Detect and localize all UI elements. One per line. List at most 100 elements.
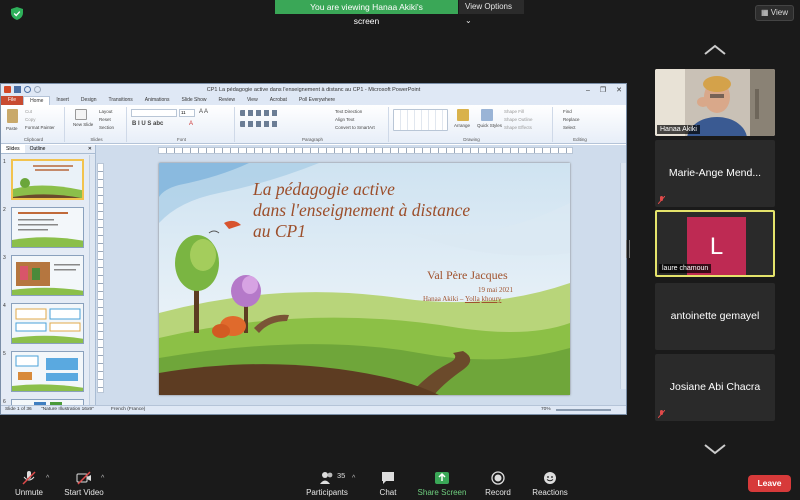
share-screen-label: Share Screen <box>417 488 467 497</box>
leave-button[interactable]: Leave <box>748 475 791 492</box>
participants-options-caret-icon[interactable]: ^ <box>352 475 355 482</box>
new-slide-icon[interactable] <box>75 109 87 120</box>
slide-thumbnail-2[interactable] <box>11 207 84 248</box>
share-screen-icon <box>435 472 449 484</box>
start-video-button[interactable]: Start Video <box>62 471 106 497</box>
shape-outline-button[interactable]: Shape Outline <box>504 117 533 122</box>
tab-animations[interactable]: Animations <box>139 96 176 105</box>
audio-options-caret-icon[interactable]: ^ <box>46 475 49 482</box>
tab-design[interactable]: Design <box>75 96 103 105</box>
chat-button[interactable]: Chat <box>375 471 401 497</box>
view-options-dropdown[interactable]: View Options ⌄ <box>458 0 524 25</box>
thumbnail-scrollbar[interactable] <box>89 155 95 405</box>
record-button[interactable]: Record <box>484 471 512 497</box>
select-button[interactable]: Select <box>563 125 576 130</box>
new-slide-label: New Slide <box>73 122 94 127</box>
editing-group-label: Editing <box>573 137 587 142</box>
participant-tile-active-speaker[interactable]: L laure chamoun <box>655 210 775 277</box>
slide-thumbnail-4[interactable] <box>11 303 84 344</box>
thumb-number: 5 <box>3 351 6 357</box>
layout-button[interactable]: Layout <box>99 109 113 114</box>
slide-count: Slide 1 of 36 <box>5 407 32 412</box>
align-text-button[interactable]: Align Text <box>335 117 354 122</box>
participant-name: antoinette gemayel <box>670 310 760 322</box>
slide-thumbnail-1[interactable] <box>11 159 84 200</box>
minimize-icon[interactable]: – <box>586 85 590 97</box>
chevron-up-icon[interactable] <box>703 44 727 56</box>
tab-home[interactable]: Home <box>23 96 51 105</box>
participants-label: Participants <box>306 488 348 497</box>
participant-tile[interactable]: Marie-Ange Mend... <box>655 140 775 207</box>
editing-group: Find Replace Select Editing <box>555 107 605 142</box>
slide-thumbnail-3[interactable] <box>11 255 84 296</box>
paste-icon[interactable] <box>7 109 18 123</box>
theme-name: "Nature Illustration 16x9" <box>41 407 94 412</box>
shape-fill-button[interactable]: Shape Fill <box>504 109 524 114</box>
slide-4-preview <box>12 304 83 343</box>
unmute-button[interactable]: Unmute <box>14 471 44 497</box>
reset-button[interactable]: Reset <box>99 117 111 122</box>
tab-file[interactable]: File <box>1 96 24 105</box>
font-size-field[interactable]: 11 <box>179 109 195 117</box>
slide-names-prefix: Hanaa Akiki – <box>423 295 465 303</box>
bold-italic-underline-icons[interactable]: B I U S abc <box>132 121 163 127</box>
tab-poll-everywhere[interactable]: Poll Everywhere <box>293 96 341 105</box>
chevron-down-icon[interactable] <box>703 443 727 455</box>
video-off-icon <box>76 471 91 485</box>
tab-acrobat[interactable]: Acrobat <box>264 96 293 105</box>
list-icons[interactable] <box>240 110 280 116</box>
window-controls: – ❐ ✕ <box>586 85 622 97</box>
convert-smartart-button[interactable]: Convert to SmartArt <box>335 125 375 130</box>
chevron-down-icon: ⌄ <box>465 16 472 25</box>
participant-tile[interactable]: antoinette gemayel <box>655 283 775 350</box>
zoom-level: 70% <box>541 407 551 412</box>
language: French (France) <box>111 407 146 412</box>
quick-styles-icon[interactable] <box>481 109 493 121</box>
arrange-icon[interactable] <box>457 109 469 121</box>
participant-name: Hanaa Akiki <box>657 125 700 134</box>
current-slide[interactable]: La pédagogie active dans l'enseignement … <box>159 163 570 395</box>
tab-review[interactable]: Review <box>213 96 241 105</box>
tab-slide-show[interactable]: Slide Show <box>176 96 213 105</box>
tab-insert[interactable]: Insert <box>50 96 75 105</box>
tab-transitions[interactable]: Transitions <box>103 96 139 105</box>
font-color-icon[interactable]: A <box>189 121 193 127</box>
align-icons[interactable] <box>240 121 280 127</box>
slide-3-preview <box>12 256 83 295</box>
font-grow-icon[interactable]: A A <box>199 109 208 115</box>
thumb-number: 2 <box>3 207 6 213</box>
close-icon[interactable]: ✕ <box>616 85 622 97</box>
find-button[interactable]: Find <box>563 109 572 114</box>
shape-effects-button[interactable]: Shape Effects <box>504 125 532 130</box>
record-icon <box>491 471 505 485</box>
slide-2-preview <box>12 208 83 247</box>
section-button[interactable]: Section <box>99 125 114 130</box>
slide-author: Val Père Jacques <box>427 268 508 282</box>
tab-outline[interactable]: Outline <box>25 145 51 153</box>
participant-tile[interactable]: Josiane Abi Chacra <box>655 354 775 421</box>
shapes-gallery[interactable] <box>393 109 448 131</box>
copy-button[interactable]: Copy <box>25 117 36 122</box>
video-options-caret-icon[interactable]: ^ <box>101 475 104 482</box>
maximize-icon[interactable]: ❐ <box>600 85 606 97</box>
reactions-button[interactable]: Reactions <box>530 471 570 497</box>
chat-label: Chat <box>379 488 397 497</box>
cut-button[interactable]: Cut <box>25 109 32 114</box>
participant-tile-video[interactable]: Hanaa Akiki <box>655 69 775 136</box>
replace-button[interactable]: Replace <box>563 117 580 122</box>
font-name-field[interactable] <box>131 109 177 117</box>
share-screen-button[interactable]: Share Screen <box>417 471 467 497</box>
slide-thumbnail-5[interactable] <box>11 351 84 392</box>
tab-slides[interactable]: Slides <box>1 145 25 153</box>
slide-5-preview <box>12 352 83 391</box>
security-shield-icon[interactable] <box>11 7 23 20</box>
text-direction-button[interactable]: Text Direction <box>335 109 362 114</box>
zoom-slider[interactable] <box>556 409 611 411</box>
format-painter-button[interactable]: Format Painter <box>25 125 55 130</box>
slide-scrollbar[interactable] <box>620 163 626 389</box>
split-resize-handle[interactable] <box>626 240 630 258</box>
close-pane-icon[interactable]: ✕ <box>85 145 95 153</box>
participant-count-badge: 35 <box>337 471 346 480</box>
view-layout-button[interactable]: ▦ View <box>755 5 794 21</box>
tab-view[interactable]: View <box>241 96 264 105</box>
